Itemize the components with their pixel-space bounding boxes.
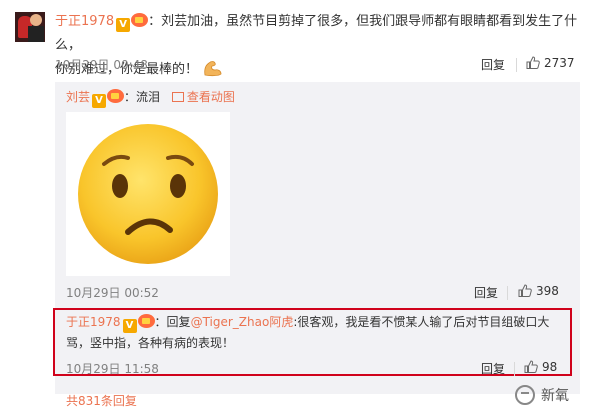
reply-1-header: 刘芸 V ：流泪 查看动图 <box>66 87 235 108</box>
emoji-image[interactable] <box>66 112 230 276</box>
reply-2-date: 10月29日 11:58 <box>66 362 159 376</box>
verified-badge-icon: V <box>92 94 107 108</box>
reply-1-username[interactable]: 刘芸 <box>66 90 90 104</box>
reply-2-username[interactable]: 于正1978 <box>66 315 121 329</box>
reply-2-like-count: 98 <box>542 360 558 374</box>
avatar-shape <box>28 26 44 42</box>
thumbs-up-icon <box>526 56 540 69</box>
verified-badge-icon: V <box>122 319 137 333</box>
avatar-shape <box>30 14 42 26</box>
main-like-button[interactable]: 2737 <box>526 56 575 70</box>
image-icon <box>171 92 184 102</box>
member-badge-icon <box>137 314 155 328</box>
flexed-biceps-icon <box>204 61 222 77</box>
main-username[interactable]: 于正1978 <box>55 14 114 29</box>
reply-1-date: 10月29日 00:52 <box>66 286 159 300</box>
member-badge-icon <box>107 89 125 103</box>
main-like-count: 2737 <box>544 56 575 70</box>
view-gif-label: 查看动图 <box>186 90 235 104</box>
avatar[interactable] <box>15 12 45 42</box>
thumbs-up-icon <box>524 360 538 373</box>
reply-2-text: :很客观，我是看不惯某人输了后对节目组破口大 <box>293 315 550 329</box>
mention-link[interactable]: @Tiger_Zhao阿虎 <box>191 315 294 329</box>
reply-1-like-button[interactable]: 398 <box>518 284 559 298</box>
divider <box>516 58 517 72</box>
view-gif-link[interactable]: 查看动图 <box>171 90 235 104</box>
reply-2-reply-button[interactable]: 回复 <box>481 360 505 377</box>
main-date: 10月29日 00:48 <box>55 58 148 72</box>
reply-1-like-count: 398 <box>536 284 559 298</box>
member-badge-icon <box>131 13 149 27</box>
reply-1-text: ：流泪 <box>124 90 161 104</box>
reply-2-prefix: ：回复 <box>154 315 191 329</box>
divider <box>507 286 508 300</box>
reply-2-like-button[interactable]: 98 <box>524 360 557 374</box>
worried-face-icon <box>78 124 218 264</box>
more-replies-link[interactable]: 共831条回复 <box>66 392 137 409</box>
divider <box>514 362 515 376</box>
reply-2-text-2: 骂，竖中指，各种有病的表现！ <box>66 336 235 350</box>
reply-2-text-block: 于正1978 V ：回复@Tiger_Zhao阿虎:很客观，我是看不惯某人输了后对节… <box>66 312 566 353</box>
watermark: 新氧 <box>515 385 569 405</box>
verified-badge-icon: V <box>116 18 131 32</box>
watermark-text: 新氧 <box>541 388 569 404</box>
main-reply-button[interactable]: 回复 <box>481 56 505 73</box>
reply-1-reply-button[interactable]: 回复 <box>474 284 498 301</box>
wechat-logo-icon <box>515 385 535 405</box>
thumbs-up-icon <box>518 284 532 297</box>
